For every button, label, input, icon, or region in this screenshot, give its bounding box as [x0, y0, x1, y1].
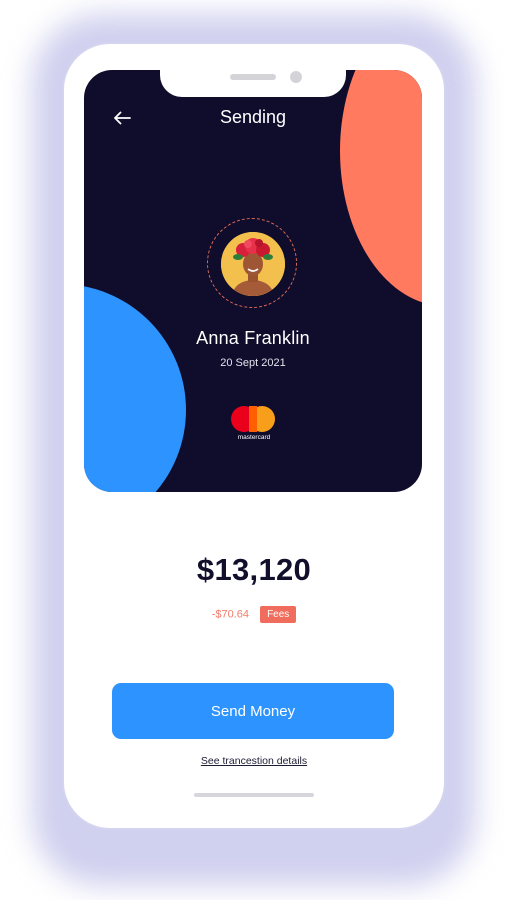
home-indicator — [194, 793, 314, 797]
avatar-ring — [207, 218, 297, 308]
phone-frame: Sending Anna Franklin 20 Sept 2021 maste… — [64, 44, 444, 828]
transfer-amount: $13,120 — [196, 552, 312, 587]
speaker-grille — [230, 74, 276, 80]
send-money-button[interactable]: Send Money — [112, 683, 394, 739]
phone-notch — [160, 70, 346, 97]
card-brand-label: mastercard — [237, 434, 271, 441]
transaction-details-link[interactable]: See trancestion details — [64, 755, 444, 767]
fee-amount: -$70.64 — [211, 608, 249, 621]
recipient-name: Anna Franklin — [196, 328, 310, 348]
transfer-date: 20 Sept 2021 — [220, 357, 286, 369]
avatar — [221, 232, 285, 296]
recipient-card: Sending Anna Franklin 20 Sept 2021 maste… — [84, 70, 422, 492]
decorative-blue-circle — [84, 284, 186, 492]
page-title: Sending — [219, 107, 287, 127]
mastercard-logo-icon: mastercard — [229, 406, 279, 450]
front-camera — [290, 71, 302, 83]
fees-badge: Fees — [260, 606, 297, 623]
decorative-orange-circle — [340, 70, 422, 306]
fee-row: -$70.64 Fees — [64, 606, 444, 623]
